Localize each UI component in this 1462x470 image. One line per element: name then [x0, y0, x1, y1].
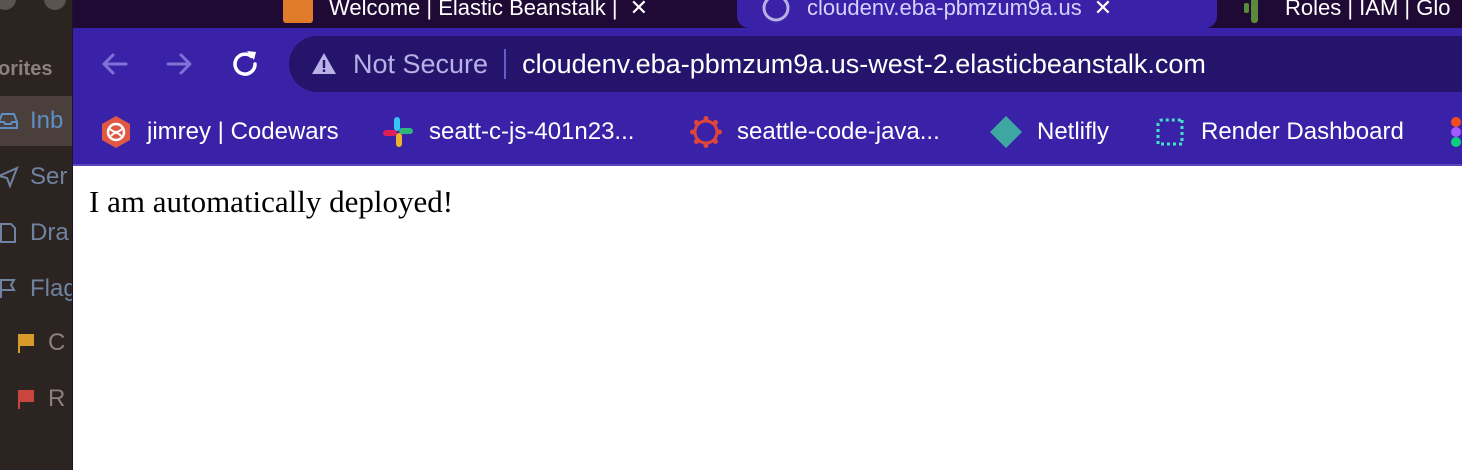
bookmark-figma[interactable]	[1445, 110, 1462, 154]
sent-icon	[0, 166, 19, 189]
arrow-left-icon	[102, 53, 128, 75]
bookmark-label: Netlifly	[1037, 118, 1110, 145]
bookmark-render[interactable]: Render Dashboard	[1153, 110, 1404, 154]
bookmark-slack[interactable]: seatt-c-js-401n23...	[381, 110, 634, 154]
bookmark-codewars[interactable]: jimrey | Codewars	[99, 110, 339, 154]
slack-icon	[383, 117, 413, 147]
tab-title: Welcome | Elastic Beanstalk |	[329, 0, 618, 20]
bookmark-label: Render Dashboard	[1201, 118, 1404, 145]
aws-icon	[283, 0, 313, 23]
window-close-control[interactable]	[0, 0, 16, 10]
close-icon[interactable]: ✕	[630, 0, 648, 21]
url-text[interactable]: cloudenv.eba-pbmzum9a.us-west-2.elasticb…	[522, 49, 1206, 80]
forward-button[interactable]	[161, 46, 197, 82]
window-minimize-control[interactable]	[44, 0, 66, 10]
browser-toolbar: Not Secure cloudenv.eba-pbmzum9a.us-west…	[73, 28, 1462, 100]
mail-item-label: C	[48, 329, 66, 356]
mail-item-orange-flag[interactable]: C	[0, 318, 72, 368]
globe-icon	[762, 0, 790, 22]
mail-item-sent[interactable]: Ser	[0, 152, 72, 202]
orange-flag-icon	[18, 334, 34, 353]
reload-button[interactable]	[227, 46, 263, 82]
mail-item-label: Ser	[30, 163, 68, 190]
screen: orites Inb Ser Dra Flag C R Welcome | El…	[0, 0, 1462, 470]
mail-favorites-heading: orites	[0, 58, 53, 80]
bookmark-label: seattle-code-java...	[737, 118, 940, 145]
mail-item-label: Flag	[30, 275, 72, 302]
security-status-label[interactable]: Not Secure	[353, 49, 488, 80]
mail-item-label: Inb	[30, 107, 64, 134]
tab-strip: Welcome | Elastic Beanstalk | ✕ cloudenv…	[73, 0, 1462, 28]
browser-window: Welcome | Elastic Beanstalk | ✕ cloudenv…	[72, 0, 1462, 470]
render-icon	[1156, 118, 1184, 146]
bookmark-label: seatt-c-js-401n23...	[429, 118, 635, 145]
flag-outline-icon	[0, 279, 16, 298]
draft-icon	[0, 223, 16, 243]
mail-item-label: R	[48, 385, 66, 412]
address-bar-divider	[504, 49, 507, 79]
close-icon[interactable]: ✕	[1094, 0, 1112, 21]
mail-item-drafts[interactable]: Dra	[0, 208, 72, 258]
cactus-icon	[1244, 0, 1258, 23]
canvas-icon	[690, 116, 722, 148]
mail-app-sidebar: orites Inb Ser Dra Flag C R	[0, 0, 72, 470]
tab-cloudenv[interactable]: cloudenv.eba-pbmzum9a.us ✕	[737, 0, 1217, 28]
mail-item-inbox[interactable]: Inb	[0, 96, 72, 146]
mail-item-label: Dra	[30, 219, 69, 246]
bookmark-canvas[interactable]: seattle-code-java...	[689, 110, 940, 154]
back-button[interactable]	[97, 46, 133, 82]
figma-icon	[1451, 117, 1461, 147]
codewars-icon	[102, 116, 130, 148]
mail-item-red-flag[interactable]: R	[0, 374, 72, 424]
tab-elastic-beanstalk[interactable]: Welcome | Elastic Beanstalk | ✕	[283, 0, 648, 28]
bookmark-netlify[interactable]: Netlifly	[989, 110, 1109, 154]
warning-icon[interactable]	[311, 51, 337, 77]
page-content: I am automatically deployed!	[73, 166, 1462, 470]
bookmarks-bar: jimrey | Codewars seatt-c-js-401n23... s…	[73, 100, 1462, 166]
tab-iam-roles[interactable]: Roles | IAM | Glo	[1239, 0, 1450, 28]
arrow-right-icon	[166, 53, 192, 75]
mail-item-flagged[interactable]: Flag	[0, 264, 72, 314]
red-flag-icon	[18, 390, 34, 409]
inbox-icon	[0, 113, 18, 129]
tab-title: cloudenv.eba-pbmzum9a.us	[807, 0, 1082, 20]
tab-title: Roles | IAM | Glo	[1285, 0, 1451, 20]
netlify-icon	[990, 116, 1022, 148]
address-bar[interactable]: Not Secure cloudenv.eba-pbmzum9a.us-west…	[289, 36, 1462, 92]
reload-icon	[233, 51, 257, 76]
page-text: I am automatically deployed!	[89, 184, 454, 219]
bookmark-label: jimrey | Codewars	[147, 118, 339, 145]
